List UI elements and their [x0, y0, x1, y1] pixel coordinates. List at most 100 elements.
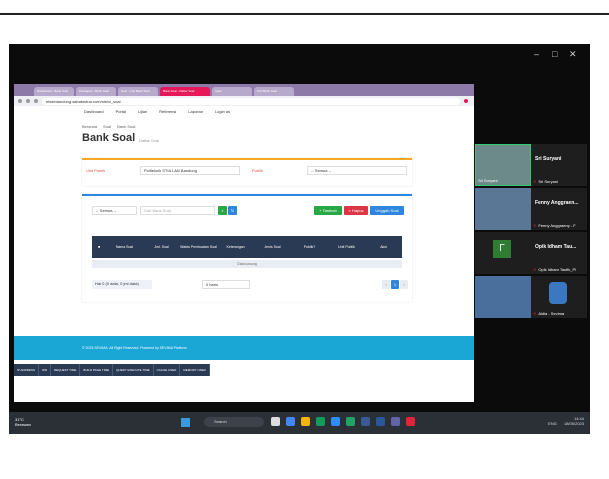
participant-tile[interactable]: Sri Suryani ✕ Sri Suryani	[531, 144, 587, 186]
shared-browser-window: Dashboard - Bank Soal Persiapan - Bank S…	[14, 84, 474, 402]
mic-muted-icon: ✕	[533, 311, 537, 316]
column-header[interactable]: Unit Publik	[328, 245, 365, 249]
page-title: Bank Soal	[82, 132, 136, 144]
select-all-checkbox[interactable]: ■	[92, 245, 106, 249]
page-number[interactable]: 1	[391, 280, 399, 289]
language-indicator[interactable]: ENG	[548, 421, 557, 426]
system-tray[interactable]: ENG 14:44 18/05/2023	[548, 416, 584, 426]
participant-label: ✕ Sri Suryani	[533, 179, 558, 184]
page-subtitle: Daftar Soal	[139, 138, 160, 143]
site-footer: © 2023 SEVIMA. All Right Reserved. Power…	[14, 336, 474, 360]
reload-icon[interactable]	[34, 99, 38, 103]
participant-video[interactable]	[475, 188, 531, 230]
clock-date: 18/05/2023	[563, 421, 584, 426]
nav-portal[interactable]: Portal	[116, 109, 126, 114]
participant-row: ✕ Aldia - Sevima	[475, 276, 590, 318]
debug-item: BUILD PAGE TIME	[80, 364, 114, 376]
minimize-icon[interactable]: –	[534, 49, 539, 59]
folder-icon[interactable]	[301, 417, 310, 426]
column-header[interactable]: Nama Soal	[106, 245, 143, 249]
add-button[interactable]: + Tambah	[314, 206, 342, 215]
breadcrumb-item[interactable]: Soal	[103, 124, 111, 129]
chrome-icon[interactable]	[286, 417, 295, 426]
import-button[interactable]: Unggah Soal	[370, 206, 404, 215]
participant-label: Sri Suryani	[478, 178, 498, 183]
participant-name: Opik Idham Tau...	[535, 244, 577, 250]
browser-tab[interactable]: Soal - Unit Bank Soal	[118, 87, 158, 96]
participant-tile[interactable]: Opik Idham Tau... ✕ Opik Idham Taufik_Pl	[531, 232, 587, 274]
participant-row: Fenny Anggraen... ✕ Fenny Anggraeny - F	[475, 188, 590, 230]
participant-name: Fenny Anggraen...	[535, 200, 579, 206]
per-page-select[interactable]: 0 baris	[202, 280, 250, 289]
debug-item: IP ADDRESS	[14, 364, 39, 376]
participant-video[interactable]	[475, 276, 531, 318]
app-navbar: Dashboard Portal Ujian Referensi Laporan…	[14, 106, 474, 116]
forward-icon[interactable]	[26, 99, 30, 103]
column-header[interactable]: Publik?	[291, 245, 328, 249]
browser-tab-active[interactable]: Bank Soal - Daftar Soal	[160, 87, 210, 96]
page-content: Beranda Soal Bank Soal Bank Soal Daftar …	[14, 116, 474, 336]
participant-row: Γ Opik Idham Tau... ✕ Opik Idham Taufik_P…	[475, 232, 590, 274]
debug-item: MEMORY USED	[180, 364, 210, 376]
app-icon[interactable]	[346, 417, 355, 426]
nav-referensi[interactable]: Referensi	[159, 109, 176, 114]
debug-item: REQUEST TIME	[51, 364, 81, 376]
weather-widget[interactable]: 31°C Berawan	[15, 417, 31, 427]
task-view-icon[interactable]	[271, 417, 280, 426]
zoom-icon[interactable]	[331, 417, 340, 426]
profile-icon[interactable]	[464, 99, 468, 103]
maximize-icon[interactable]: □	[552, 49, 557, 59]
debug-item: WR	[39, 364, 51, 376]
app-icon[interactable]	[316, 417, 325, 426]
prev-page-icon[interactable]: ‹	[382, 280, 390, 289]
top-divider	[0, 13, 609, 15]
close-icon[interactable]: ✕	[569, 49, 577, 60]
type-select[interactable]: -- Semua --	[92, 206, 137, 215]
search-input[interactable]: Cari Bank Soal	[140, 206, 215, 215]
address-input[interactable]: elsdedandung.sabakedua.com/sisfo/_soal	[42, 97, 460, 105]
reset-icon[interactable]: ↻	[228, 206, 237, 215]
column-header[interactable]: Jml. Soal	[143, 245, 180, 249]
back-icon[interactable]	[18, 99, 22, 103]
search-icon[interactable]: ⌕	[218, 206, 227, 215]
participant-row: Sri Suryani Sri Suryani ✕ Sri Suryani	[475, 144, 590, 186]
unit-label: Unit Publik	[86, 168, 106, 173]
column-header[interactable]: Keterangan	[217, 245, 254, 249]
delete-button[interactable]: × Hapus	[344, 206, 368, 215]
participant-avatar-tile[interactable]: Γ	[475, 232, 531, 274]
nav-ujian[interactable]: Ujian	[138, 109, 147, 114]
windows-start-icon[interactable]	[181, 418, 190, 427]
participant-tile[interactable]: ✕ Aldia - Sevima	[531, 276, 587, 318]
debug-item: CACHE USED	[154, 364, 181, 376]
pdf-icon[interactable]	[406, 417, 415, 426]
browser-tab[interactable]: Ujian	[212, 87, 252, 96]
word-icon[interactable]	[376, 417, 385, 426]
app-icon[interactable]	[361, 417, 370, 426]
footer-copyright: © 2023 SEVIMA. All Right Reserved. Power…	[82, 346, 187, 350]
next-page-icon[interactable]: ›	[400, 280, 408, 289]
column-header[interactable]: Waktu Pembuatan Soal	[180, 245, 217, 249]
column-header[interactable]: Jenis Soal	[254, 245, 291, 249]
empty-table-message: Data kosong	[92, 260, 402, 268]
publik-select[interactable]: -- Semua --	[307, 166, 407, 175]
nav-laporan[interactable]: Laporan	[188, 109, 203, 114]
nav-login-as[interactable]: Login as	[215, 109, 230, 114]
browser-tab[interactable]: Persiapan - Bank Soal	[76, 87, 116, 96]
participant-tile[interactable]: Fenny Anggraen... ✕ Fenny Anggraeny - F	[531, 188, 587, 230]
url-bar: elsdedandung.sabakedua.com/sisfo/_soal	[14, 96, 474, 106]
mic-muted-icon: ✕	[533, 223, 537, 228]
unit-select[interactable]: Politeknik STIA LAN Bandung	[140, 166, 240, 175]
participant-name: Sri Suryani	[535, 156, 562, 162]
participant-video[interactable]: Sri Suryani	[475, 144, 531, 186]
breadcrumb-item[interactable]: Beranda	[82, 124, 97, 129]
taskbar-search[interactable]: Search	[204, 417, 264, 427]
teams-icon[interactable]	[391, 417, 400, 426]
nav-dashboard[interactable]: Dashboard	[84, 109, 104, 114]
browser-tab[interactable]: Dashboard - Bank Soal	[34, 87, 74, 96]
filter-card: Unit Publik Politeknik STIA LAN Bandung …	[82, 158, 412, 186]
clock: 14:44 18/05/2023	[564, 416, 584, 426]
browser-tab[interactable]: Unit Bank Soal	[254, 87, 294, 96]
debug-bar: IP ADDRESS WR REQUEST TIME BUILD PAGE TI…	[14, 364, 210, 376]
column-header: Aksi	[380, 245, 387, 249]
participant-label: ✕ Fenny Anggraeny - F	[533, 223, 576, 228]
